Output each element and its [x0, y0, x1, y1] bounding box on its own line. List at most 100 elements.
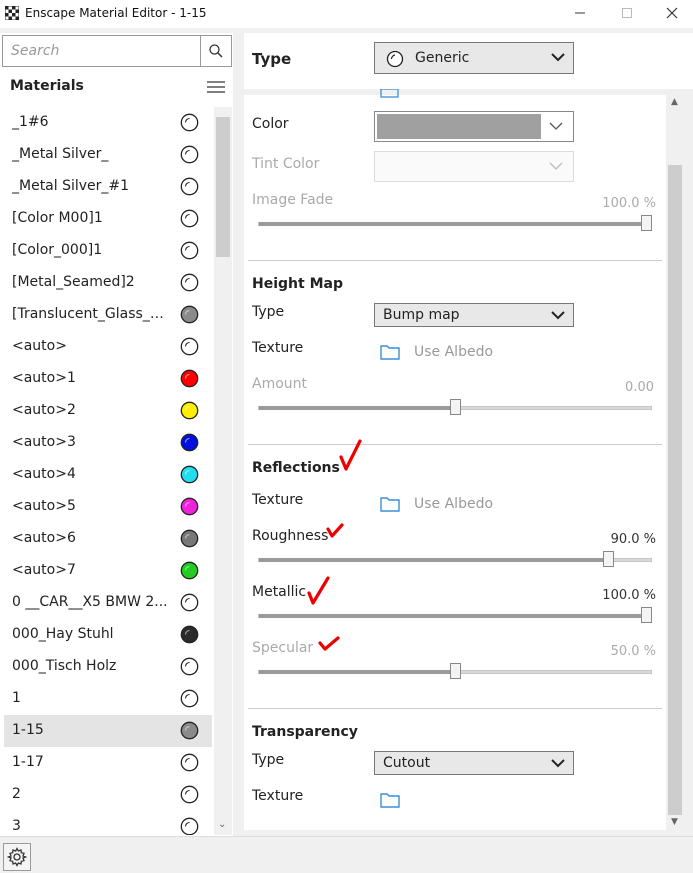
material-name: _Metal Silver_#1: [12, 178, 130, 194]
material-list-item[interactable]: [Translucent_Glass_Gr...: [4, 299, 212, 331]
material-preview-sphere-icon: [180, 273, 199, 292]
material-preview-sphere-icon: [180, 113, 199, 132]
material-list-item[interactable]: <auto>7: [4, 555, 212, 587]
material-list-item[interactable]: [Color_000]1: [4, 235, 212, 267]
material-name: <auto>3: [12, 434, 76, 450]
materials-header: Materials: [10, 78, 84, 94]
specular-slider[interactable]: [258, 663, 652, 679]
metallic-slider[interactable]: [258, 607, 652, 623]
height-map-type-dropdown[interactable]: Bump map: [374, 303, 574, 327]
scroll-up-arrow-icon[interactable]: ▲: [671, 97, 678, 107]
material-list-item[interactable]: 000_Tisch Holz: [4, 651, 212, 683]
close-icon: [666, 7, 678, 19]
material-list-item[interactable]: 2: [4, 779, 212, 811]
color-swatch: [377, 114, 541, 139]
material-preview-sphere-icon: [180, 209, 199, 228]
material-name: 2: [12, 786, 21, 802]
scrollbar-thumb[interactable]: [668, 165, 682, 815]
folder-icon[interactable]: [380, 496, 400, 512]
material-list-item[interactable]: <auto>4: [4, 459, 212, 491]
material-name: <auto>4: [12, 466, 76, 482]
material-preview-sphere-icon: [180, 721, 199, 740]
material-list-item[interactable]: [Color M00]1: [4, 203, 212, 235]
material-preview-sphere-icon: [180, 177, 199, 196]
material-list-item[interactable]: 1-15: [4, 715, 212, 747]
height-map-type-label: Type: [252, 304, 285, 320]
search-button[interactable]: [201, 35, 232, 67]
folder-icon[interactable]: [380, 792, 400, 808]
amount-value: 0.00: [625, 380, 654, 395]
material-list-item[interactable]: <auto>6: [4, 523, 212, 555]
material-name: [Metal_Seamed]2: [12, 274, 135, 290]
metallic-label: Metallic: [252, 584, 307, 600]
roughness-label: Roughness: [252, 528, 329, 544]
scrollbar-thumb[interactable]: [216, 117, 230, 257]
hamburger-menu-icon[interactable]: [207, 80, 225, 94]
red-check-mark-icon: [307, 576, 330, 605]
material-list-item[interactable]: <auto>1: [4, 363, 212, 395]
material-preview-sphere-icon: [180, 337, 199, 356]
specular-label: Specular: [252, 640, 314, 656]
chevron-down-icon: [551, 311, 565, 320]
search-input[interactable]: [3, 36, 200, 66]
material-list-item[interactable]: _Metal Silver_: [4, 139, 212, 171]
material-list-item[interactable]: _1#6: [4, 107, 212, 139]
type-label: Type: [252, 50, 292, 68]
roughness-slider[interactable]: [258, 551, 652, 567]
reflections-header: Reflections: [252, 460, 340, 476]
material-list-item[interactable]: 000_Hay Stuhl: [4, 619, 212, 651]
material-preview-sphere-icon: [180, 753, 199, 772]
material-type-dropdown[interactable]: Generic: [374, 42, 574, 74]
material-preview-sphere-icon: [180, 497, 199, 516]
close-button[interactable]: [661, 3, 683, 23]
transparency-texture-label: Texture: [252, 788, 304, 804]
image-fade-label: Image Fade: [252, 192, 334, 208]
material-preview-sphere-icon: [180, 593, 199, 612]
color-picker[interactable]: [374, 111, 574, 142]
red-check-mark-icon: [326, 523, 344, 538]
reflections-texture-label: Texture: [252, 492, 304, 508]
material-preview-sphere-icon: [180, 433, 199, 452]
material-list-item[interactable]: <auto>2: [4, 395, 212, 427]
properties-scrollbar[interactable]: ▲ ▼: [666, 95, 685, 830]
material-list-item[interactable]: 0 __CAR__X5 BMW 2...: [4, 587, 212, 619]
material-list-item[interactable]: 3: [4, 811, 212, 835]
material-preview-sphere-icon: [180, 145, 199, 164]
folder-icon[interactable]: [380, 89, 400, 99]
material-preview-sphere-icon: [180, 625, 199, 644]
material-name: [Translucent_Glass_Gr...: [12, 306, 172, 322]
bottom-bar: [0, 836, 693, 873]
transparency-type-dropdown[interactable]: Cutout: [374, 751, 574, 775]
material-name: 1-17: [12, 754, 44, 770]
maximize-button[interactable]: [616, 3, 638, 23]
material-list-item[interactable]: <auto>5: [4, 491, 212, 523]
material-list-item[interactable]: 1: [4, 683, 212, 715]
transparency-type-value: Cutout: [383, 755, 431, 771]
material-preview-sphere-icon: [180, 657, 199, 676]
materials-list: _1#6 _Metal Silver_ _Metal Silver_#1 [Color…: [4, 107, 212, 835]
material-name: _1#6: [12, 114, 49, 130]
material-preview-sphere-icon: [180, 401, 199, 420]
amount-slider[interactable]: [258, 399, 652, 415]
material-list-item[interactable]: <auto>3: [4, 427, 212, 459]
roughness-value: 90.0 %: [610, 532, 656, 547]
scroll-down-arrow-icon[interactable]: ⌄: [218, 819, 226, 830]
material-list-item[interactable]: 1-17: [4, 747, 212, 779]
material-list-item[interactable]: <auto>: [4, 331, 212, 363]
material-name: <auto>: [12, 338, 67, 354]
material-name: 1-15: [12, 722, 44, 738]
material-preview-sphere-icon: [180, 465, 199, 484]
settings-button[interactable]: [3, 843, 31, 871]
material-list-item[interactable]: _Metal Silver_#1: [4, 171, 212, 203]
folder-icon[interactable]: [380, 344, 400, 360]
material-list-item[interactable]: [Metal_Seamed]2: [4, 267, 212, 299]
scroll-down-arrow-icon[interactable]: ▼: [671, 817, 678, 827]
material-preview-sphere-icon: [180, 689, 199, 708]
search-icon: [209, 44, 223, 58]
image-fade-slider[interactable]: [258, 215, 652, 231]
materials-scrollbar[interactable]: ⌄: [214, 107, 232, 835]
generic-material-icon: [386, 50, 404, 68]
minimize-button[interactable]: [569, 3, 591, 23]
tint-color-picker: [374, 151, 574, 182]
window-title: Enscape Material Editor - 1-15: [25, 6, 207, 20]
